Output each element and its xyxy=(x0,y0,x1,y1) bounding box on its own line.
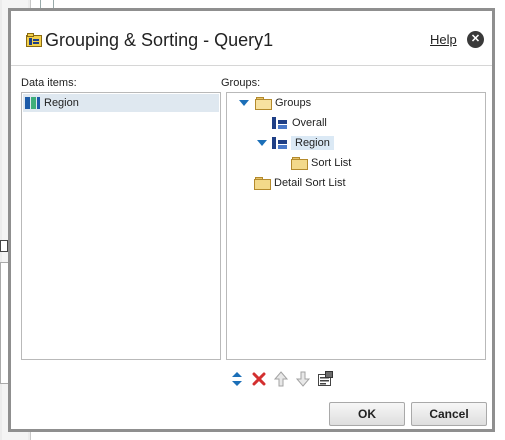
open-folder-icon xyxy=(255,97,272,110)
background-widget-fragment xyxy=(0,240,8,252)
expand-toggle-icon[interactable] xyxy=(239,100,249,106)
move-down-icon xyxy=(296,371,310,387)
group-icon xyxy=(272,116,288,130)
ok-button[interactable]: OK xyxy=(329,402,405,426)
data-item-region[interactable]: Region xyxy=(23,94,219,112)
tree-node-label: Sort List xyxy=(311,157,352,169)
tree-node-region[interactable]: Region xyxy=(257,134,334,152)
tree-node-label: Overall xyxy=(292,117,327,129)
tree-node-detail-sort-list[interactable]: Detail Sort List xyxy=(254,174,346,192)
move-up-button[interactable] xyxy=(270,370,292,388)
data-item-icon xyxy=(25,96,41,110)
properties-icon xyxy=(318,371,333,386)
delete-icon xyxy=(252,372,266,386)
data-items-list[interactable]: Region xyxy=(21,92,221,360)
tree-node-groups[interactable]: Groups xyxy=(239,94,311,112)
folder-icon xyxy=(291,157,308,170)
data-items-label: Data items: xyxy=(21,77,77,89)
expand-collapse-button[interactable] xyxy=(226,370,248,388)
dialog-title-row: Grouping & Sorting - Query1 xyxy=(26,29,273,51)
expand-toggle-icon[interactable] xyxy=(257,140,267,146)
tree-node-label: Detail Sort List xyxy=(274,177,346,189)
groups-toolbar xyxy=(226,370,336,388)
help-link[interactable]: Help xyxy=(430,32,457,47)
move-up-icon xyxy=(274,371,288,387)
tree-node-sort-list[interactable]: Sort List xyxy=(291,154,351,172)
move-down-button[interactable] xyxy=(292,370,314,388)
grouping-sorting-dialog: Grouping & Sorting - Query1 Help ✕ Data … xyxy=(8,8,495,432)
delete-button[interactable] xyxy=(248,370,270,388)
dialog-title: Grouping & Sorting - Query1 xyxy=(45,29,274,50)
close-icon: ✕ xyxy=(470,33,481,45)
expand-collapse-icon xyxy=(232,372,242,386)
header-divider xyxy=(11,65,492,66)
data-item-label: Region xyxy=(44,97,79,109)
cancel-button[interactable]: Cancel xyxy=(411,402,487,426)
properties-button[interactable] xyxy=(314,370,336,388)
groups-label: Groups: xyxy=(221,77,261,89)
group-icon xyxy=(272,136,288,150)
query-folder-icon xyxy=(26,33,42,47)
tree-node-label: Groups xyxy=(275,97,312,109)
folder-icon xyxy=(254,177,271,190)
tree-node-overall[interactable]: Overall xyxy=(272,114,327,132)
tree-node-label-selected: Region xyxy=(291,136,334,150)
close-button[interactable]: ✕ xyxy=(467,31,484,48)
groups-tree[interactable]: Groups Overall Region Sort List Detail S… xyxy=(226,92,486,360)
